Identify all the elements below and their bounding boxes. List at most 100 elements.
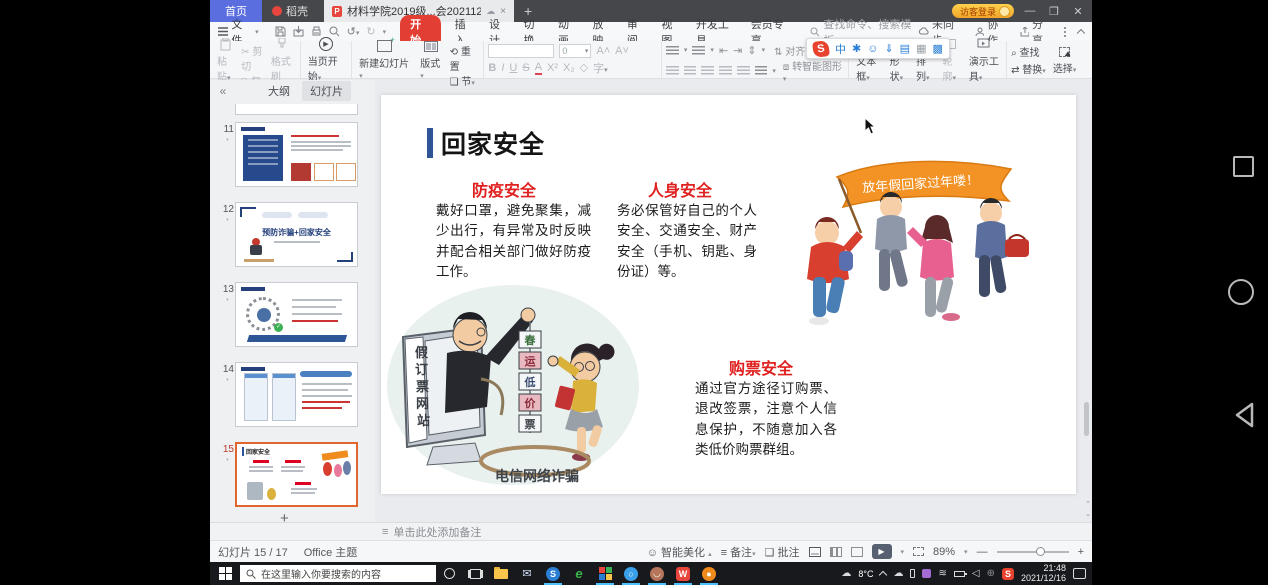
- strikethrough-button[interactable]: S: [522, 62, 529, 74]
- meeting-app-button[interactable]: ◡: [644, 562, 670, 585]
- format-painter-button[interactable]: 格式刷: [268, 37, 296, 83]
- font-color-button[interactable]: A: [535, 61, 542, 75]
- ime-mic-icon[interactable]: ⇓: [884, 42, 893, 55]
- section-body-epidemic[interactable]: 戴好口罩，避免聚集，减少出行，有异常及时反映并配合相关部门做好防疫工作。: [436, 201, 591, 282]
- pen-input-icon[interactable]: ⊕: [987, 568, 995, 579]
- decrease-font-icon[interactable]: A˅: [615, 45, 629, 57]
- comments-toggle[interactable]: ❏ 批注: [765, 544, 800, 560]
- section-body-ticket[interactable]: 通过官方途径订购票、退改签票，注意个人信息保护，不随意加入各类低价购票群组。: [695, 379, 837, 460]
- android-back-button[interactable]: [1232, 401, 1256, 429]
- telecom-fraud-illustration[interactable]: 假 订 票 网 站: [385, 275, 641, 491]
- purple-app-icon[interactable]: [922, 569, 931, 578]
- notes-input[interactable]: ≡ 单击此处添加备注: [382, 524, 481, 540]
- scrollbar-thumb[interactable]: [1084, 402, 1089, 436]
- ime-grid-icon[interactable]: ▩: [932, 42, 942, 55]
- more-options-icon[interactable]: [1064, 31, 1066, 33]
- taskbar-search[interactable]: 在这里输入你要搜索的内容: [240, 565, 436, 582]
- distribute-icon[interactable]: [737, 66, 750, 75]
- file-explorer-button[interactable]: [488, 562, 514, 585]
- align-center-icon[interactable]: [684, 66, 697, 75]
- cut-button[interactable]: ✂ 剪切: [241, 43, 264, 73]
- volume-icon[interactable]: ◁: [972, 568, 980, 579]
- slide-thumbnail-14[interactable]: [235, 362, 358, 427]
- text-effects-button[interactable]: 字▾: [593, 60, 608, 76]
- collapse-panel-button[interactable]: «: [210, 84, 236, 98]
- colorful-grid-app-button[interactable]: [592, 562, 618, 585]
- slide-thumbnail-13[interactable]: ✓: [235, 282, 358, 347]
- slide-thumb-10-partial[interactable]: [235, 104, 358, 115]
- zoom-in-button[interactable]: +: [1078, 546, 1084, 558]
- line-spacing-icon[interactable]: ⇕: [747, 44, 756, 57]
- tab-outline[interactable]: 大纲: [260, 81, 298, 101]
- reading-view-button[interactable]: [851, 547, 863, 557]
- play-options-icon[interactable]: ▾: [901, 548, 905, 556]
- next-slide-button[interactable]: ⌄: [1085, 510, 1091, 518]
- columns-icon[interactable]: [755, 66, 768, 75]
- normal-view-button[interactable]: [809, 547, 821, 557]
- previous-slide-button[interactable]: ⌃: [1085, 500, 1091, 508]
- layout-button[interactable]: 版式▾: [417, 39, 445, 81]
- reset-button[interactable]: ⟲ 重置: [450, 43, 480, 73]
- weather-cloud-icon[interactable]: ☁: [841, 568, 851, 579]
- tab-docer[interactable]: 稻壳: [262, 0, 318, 22]
- wps-button[interactable]: W: [670, 562, 696, 585]
- increase-font-icon[interactable]: A˄: [596, 45, 610, 57]
- android-recents-button[interactable]: [1233, 156, 1254, 177]
- new-slide-button[interactable]: 新建幻灯片▾: [356, 39, 413, 81]
- present-tools-button[interactable]: 演示工具▾: [966, 37, 1002, 83]
- font-name-input[interactable]: [488, 44, 554, 58]
- find-button[interactable]: ⌕ 查找: [1011, 44, 1046, 59]
- usb-device-icon[interactable]: [910, 569, 915, 578]
- theme-name[interactable]: Office 主题: [304, 544, 358, 560]
- slide-thumbnail-12[interactable]: 预防诈骗+回家安全: [235, 202, 358, 267]
- clear-format-icon[interactable]: ◇: [580, 61, 588, 74]
- font-size-input[interactable]: 0▾: [559, 44, 591, 58]
- italic-button[interactable]: I: [501, 62, 504, 74]
- section-body-personal[interactable]: 务必保管好自己的个人安全、交通安全、财产安全（手机、钥匙、身份证）等。: [617, 201, 757, 282]
- slideshow-play-button[interactable]: ▶: [872, 544, 892, 559]
- sogou-tray-icon[interactable]: S: [1002, 568, 1014, 580]
- play-from-current-button[interactable]: ▶ 当页开始▾: [305, 37, 347, 83]
- slide-thumbnail-15[interactable]: 回家安全: [235, 442, 358, 507]
- redo-icon[interactable]: ↻: [366, 25, 375, 38]
- tab-slides[interactable]: 幻灯片: [302, 81, 351, 101]
- hidden-icons-button[interactable]: [879, 571, 887, 579]
- beautify-button[interactable]: ☺ 智能美化 ▴: [647, 544, 712, 560]
- task-view-button[interactable]: [462, 562, 488, 585]
- qat-more-icon[interactable]: ▾: [383, 28, 387, 36]
- ime-keyboard-icon[interactable]: ▤: [900, 42, 910, 55]
- ime-toolbar[interactable]: S 中 ✱ ☺ ⇓ ▤ ▦ ▩: [806, 38, 950, 59]
- onedrive-icon[interactable]: ☁: [893, 568, 903, 579]
- preview-icon[interactable]: [329, 26, 340, 37]
- notes-toggle[interactable]: ≡ 备注▾: [721, 544, 756, 560]
- network-icon[interactable]: ≋: [938, 568, 946, 579]
- blue-circle-app-button[interactable]: ○: [618, 562, 644, 585]
- zoom-slider-thumb[interactable]: [1036, 547, 1045, 556]
- select-button[interactable]: 选择▾: [1050, 44, 1080, 75]
- ime-tools-icon[interactable]: ▦: [916, 42, 926, 55]
- clock[interactable]: 21:48 2021/12/16: [1021, 564, 1066, 584]
- start-button[interactable]: [210, 567, 240, 580]
- android-home-button[interactable]: [1228, 279, 1254, 305]
- subscript-button[interactable]: X₂: [563, 62, 575, 74]
- numbered-list-icon[interactable]: [692, 46, 705, 55]
- weather-temp[interactable]: 8°C: [858, 569, 873, 579]
- browser-s-button[interactable]: S: [540, 562, 566, 585]
- sorter-view-button[interactable]: [830, 547, 842, 557]
- zoom-out-button[interactable]: —: [977, 546, 988, 558]
- section-heading-epidemic[interactable]: 防疫安全: [429, 177, 579, 201]
- vertical-scrollbar[interactable]: [1083, 84, 1090, 499]
- superscript-button[interactable]: X²: [547, 62, 558, 74]
- save-icon[interactable]: [275, 26, 286, 37]
- underline-button[interactable]: U: [509, 62, 517, 74]
- people-celebration-illustration[interactable]: 放年假回家过年喽！: [799, 155, 1034, 355]
- battery-icon[interactable]: [954, 571, 965, 577]
- replace-button[interactable]: ⇄ 替换▾: [1011, 61, 1046, 76]
- internet-explorer-button[interactable]: e: [566, 562, 592, 585]
- paste-button[interactable]: 粘贴▾: [214, 37, 237, 83]
- section-heading-ticket[interactable]: 购票安全: [701, 355, 821, 379]
- fit-slide-icon[interactable]: [913, 547, 924, 556]
- ime-sparkle-icon[interactable]: ✱: [852, 42, 861, 55]
- bold-button[interactable]: B: [488, 62, 496, 74]
- slide-thumbnail-11[interactable]: [235, 122, 358, 187]
